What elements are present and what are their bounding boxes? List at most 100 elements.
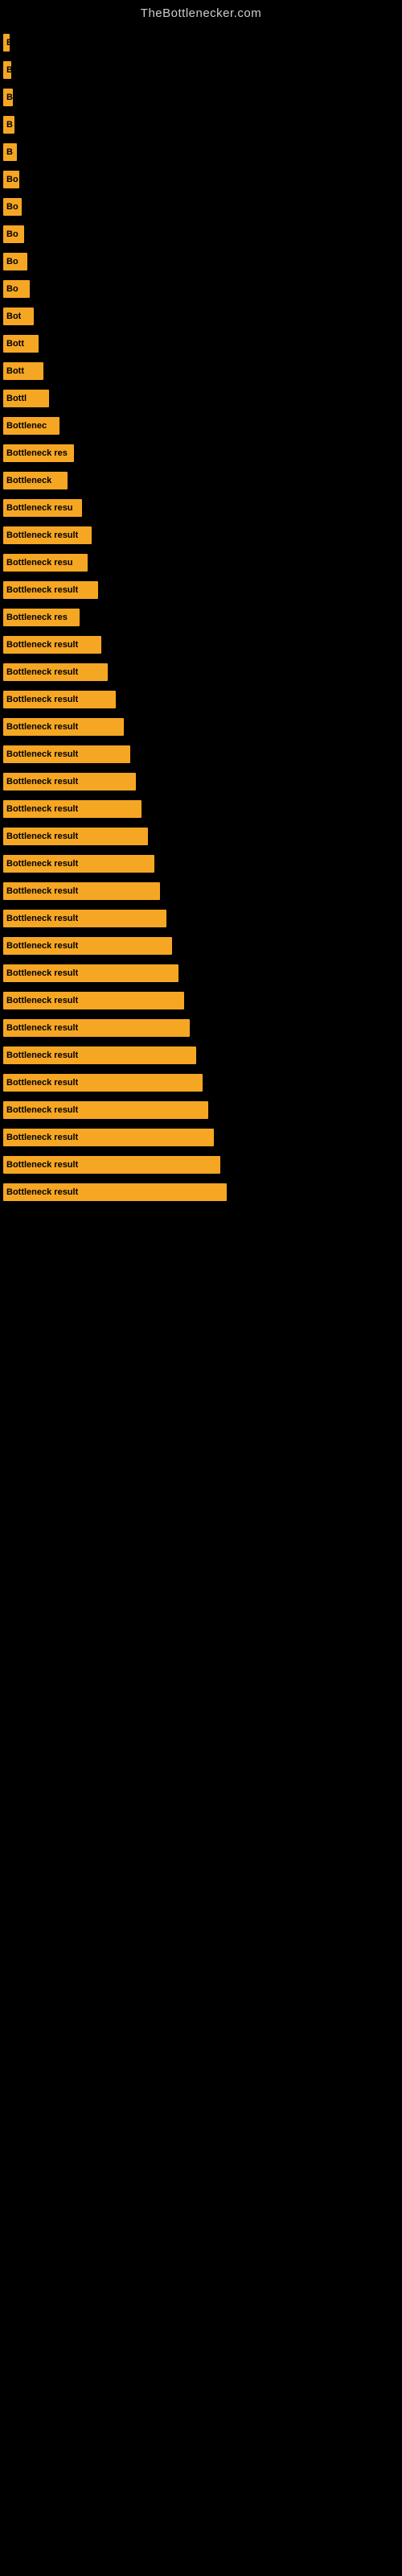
bar-label: Bottleneck res (6, 613, 68, 622)
bar-row: Bottleneck result (0, 661, 402, 683)
bar-item: B (3, 89, 13, 106)
bar-item: Bottleneck res (3, 609, 80, 626)
bar-item: B (3, 61, 11, 79)
bar-label: Bottleneck result (6, 859, 78, 869)
bar-label: Bottlenec (6, 421, 47, 431)
bar-item: Bottleneck result (3, 691, 116, 708)
bar-row: Bot (0, 305, 402, 328)
bar-item: Bot (3, 308, 34, 325)
bar-label: Bottleneck result (6, 777, 78, 786)
bar-label: Bo (6, 229, 18, 239)
bar-row: Bo (0, 250, 402, 273)
bar-item: Bottleneck result (3, 828, 148, 845)
bar-item: Bott (3, 362, 43, 380)
bar-row: Bottleneck result (0, 770, 402, 793)
bar-row: B (0, 86, 402, 109)
bar-row: Bottleneck result (0, 907, 402, 930)
bar-label: Bo (6, 284, 18, 294)
bar-row: B (0, 59, 402, 81)
bar-row: Bottleneck result (0, 825, 402, 848)
bar-label: Bott (6, 339, 24, 349)
bar-row: Bottleneck result (0, 524, 402, 547)
bar-row: Bottleneck result (0, 579, 402, 601)
bar-row: B (0, 31, 402, 54)
bar-item: Bottlenec (3, 417, 59, 435)
bar-item: B (3, 34, 10, 52)
bar-row: Bottleneck result (0, 880, 402, 902)
bar-row: B (0, 141, 402, 163)
bar-item: Bottleneck result (3, 964, 178, 982)
bar-row: Bottleneck result (0, 1071, 402, 1094)
bar-item: Bottleneck result (3, 1129, 214, 1146)
bar-item: Bottleneck result (3, 663, 108, 681)
bar-label: Bottleneck result (6, 749, 78, 759)
bar-item: Bottleneck result (3, 882, 160, 900)
bar-item: Bottleneck result (3, 1046, 196, 1064)
bar-row: Bottleneck res (0, 442, 402, 464)
bar-label: B (6, 93, 13, 102)
bar-label: B (6, 147, 13, 157)
bar-label: Bottleneck res (6, 448, 68, 458)
bar-item: Bo (3, 225, 24, 243)
bar-row: Bottleneck result (0, 935, 402, 957)
bar-row: Bottl (0, 387, 402, 410)
bar-item: Bo (3, 198, 22, 216)
bar-label: Bottleneck result (6, 886, 78, 896)
bar-label: Bo (6, 175, 18, 184)
bar-item: Bottleneck result (3, 800, 142, 818)
bar-item: Bottleneck (3, 472, 68, 489)
bar-item: Bottleneck result (3, 1019, 190, 1037)
bar-label: Bottleneck result (6, 941, 78, 951)
bar-row: Bottleneck resu (0, 551, 402, 574)
bar-item: Bottleneck result (3, 745, 130, 763)
bar-row: Bottleneck (0, 469, 402, 492)
bar-row: Bottleneck result (0, 1099, 402, 1121)
bar-item: Bottleneck result (3, 992, 184, 1009)
bar-row: Bo (0, 223, 402, 246)
bar-row: Bottleneck result (0, 688, 402, 711)
bar-item: Bottleneck result (3, 773, 136, 791)
bar-item: Bo (3, 280, 30, 298)
bar-row: Bottleneck res (0, 606, 402, 629)
bar-item: Bottleneck result (3, 1183, 227, 1201)
bar-item: Bottl (3, 390, 49, 407)
bar-label: Bottleneck result (6, 695, 78, 704)
bar-item: B (3, 116, 14, 134)
bar-row: Bottleneck result (0, 1044, 402, 1067)
bar-row: Bottleneck result (0, 989, 402, 1012)
bars-container: BBBBBBoBoBoBoBoBotBottBottBottlBottlenec… (0, 23, 402, 1216)
bar-row: Bottleneck result (0, 1154, 402, 1176)
bar-item: Bottleneck result (3, 636, 101, 654)
bar-row: B (0, 114, 402, 136)
bar-row: Bottleneck result (0, 634, 402, 656)
bar-label: B (6, 120, 13, 130)
bar-label: Bottleneck result (6, 804, 78, 814)
bar-row: Bottleneck resu (0, 497, 402, 519)
bar-label: Bot (6, 312, 21, 321)
bar-label: Bottleneck result (6, 914, 78, 923)
bar-label: Bottleneck resu (6, 503, 73, 513)
bar-label: Bottleneck result (6, 968, 78, 978)
bar-item: Bottleneck result (3, 526, 92, 544)
bar-label: Bottleneck (6, 476, 51, 485)
bar-label: Bottleneck result (6, 1105, 78, 1115)
bar-item: Bo (3, 253, 27, 270)
bar-row: Bottleneck result (0, 798, 402, 820)
bar-row: Bottleneck result (0, 962, 402, 985)
bar-item: Bottleneck result (3, 937, 172, 955)
bar-row: Bottleneck result (0, 852, 402, 875)
bar-label: Bottleneck result (6, 1187, 78, 1197)
bar-row: Bottleneck result (0, 1017, 402, 1039)
bar-row: Bottleneck result (0, 716, 402, 738)
bar-item: Bottleneck result (3, 855, 154, 873)
bar-row: Bottleneck result (0, 1181, 402, 1203)
bar-item: Bottleneck result (3, 581, 98, 599)
bar-label: Bottleneck result (6, 530, 78, 540)
bar-item: Bottleneck resu (3, 554, 88, 572)
bar-row: Bo (0, 196, 402, 218)
bar-label: Bottleneck result (6, 1133, 78, 1142)
bar-row: Bo (0, 278, 402, 300)
bar-label: Bottleneck result (6, 1160, 78, 1170)
bar-row: Bottlenec (0, 415, 402, 437)
bar-item: Bo (3, 171, 19, 188)
